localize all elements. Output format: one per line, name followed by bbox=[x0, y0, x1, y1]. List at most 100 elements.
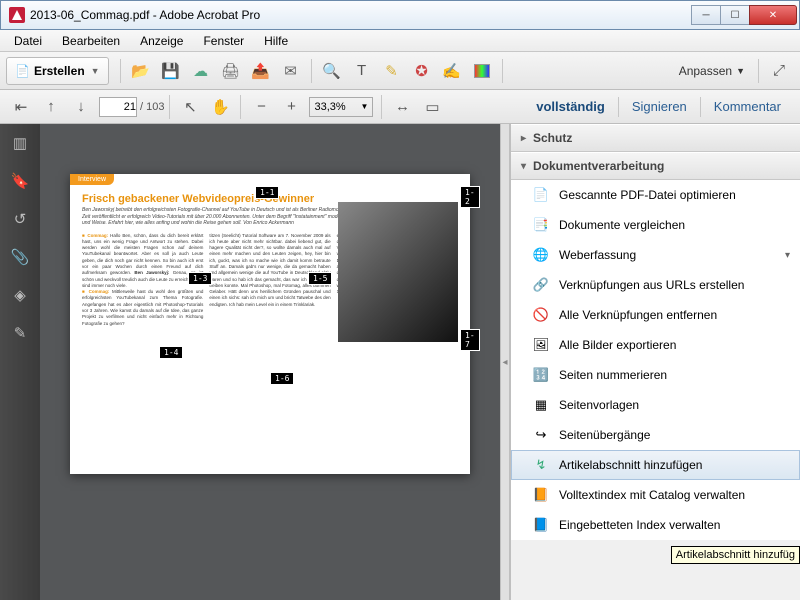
section-label: Schutz bbox=[533, 131, 572, 145]
email-button[interactable]: ✉ bbox=[277, 57, 305, 85]
separator bbox=[758, 59, 759, 83]
prev-page-button[interactable]: ↑ bbox=[37, 93, 65, 121]
signatures-panel-button[interactable]: ✎ bbox=[9, 322, 31, 344]
chevron-right-icon: ▸ bbox=[521, 133, 533, 144]
chevron-down-icon: ▾ bbox=[521, 161, 533, 172]
customize-label: Anpassen bbox=[679, 64, 732, 78]
menu-view[interactable]: Anzeige bbox=[130, 32, 193, 50]
transition-icon: ↪ bbox=[531, 426, 551, 444]
tool-label: Weberfassung bbox=[559, 248, 636, 262]
zoom-select[interactable]: 33,3% ▼ bbox=[309, 97, 373, 117]
color-swatch-icon bbox=[474, 64, 490, 78]
separator bbox=[120, 59, 121, 83]
chevron-down-icon: ▼ bbox=[736, 66, 745, 76]
tool-web-capture[interactable]: 🌐Weberfassung▾ bbox=[511, 240, 800, 270]
tool-label: Dokumente vergleichen bbox=[559, 218, 685, 232]
tool-create-links[interactable]: 🔗 Verknüpfungen aus URLs erstellen bbox=[511, 270, 800, 300]
edit-text-button[interactable]: T bbox=[348, 57, 376, 85]
save-button[interactable]: 💾 bbox=[157, 57, 185, 85]
menu-edit[interactable]: Bearbeiten bbox=[52, 32, 130, 50]
highlight-button[interactable]: ✎ bbox=[378, 57, 406, 85]
hand-tool-button[interactable]: ✋ bbox=[206, 93, 234, 121]
number-icon: 🔢 bbox=[531, 366, 551, 384]
tool-label: Volltextindex mit Catalog verwalten bbox=[559, 488, 745, 502]
next-page-button[interactable]: ↓ bbox=[67, 93, 95, 121]
region-label: 1-3 bbox=[188, 272, 212, 285]
toolbar-primary: 📄 Erstellen ▼ 📂 💾 ☁ 🖨 📤 ✉ 🔍 T ✎ ✪ ✍ Anpa… bbox=[0, 52, 800, 90]
select-tool-button[interactable]: ↖ bbox=[176, 93, 204, 121]
tool-label: Alle Verknüpfungen entfernen bbox=[559, 308, 717, 322]
cloud-button[interactable]: ☁ bbox=[187, 57, 215, 85]
menu-window[interactable]: Fenster bbox=[193, 32, 254, 50]
tool-export-images[interactable]: 🖼Alle Bilder exportieren bbox=[511, 330, 800, 360]
sign-button[interactable]: ✍ bbox=[438, 57, 466, 85]
zoom-out-button[interactable]: − bbox=[247, 93, 275, 121]
separator bbox=[381, 95, 382, 119]
globe-icon: 🌐 bbox=[531, 246, 551, 264]
tool-label: Seitenvorlagen bbox=[559, 398, 639, 412]
tool-page-transitions[interactable]: ↪Seitenübergänge bbox=[511, 420, 800, 450]
sign-link[interactable]: Signieren bbox=[619, 92, 700, 121]
menu-bar: Datei Bearbeiten Anzeige Fenster Hilfe bbox=[0, 30, 800, 52]
section-dokumentverarbeitung[interactable]: ▾ Dokumentverarbeitung bbox=[511, 152, 800, 180]
tools-panel: ▸ Schutz ▾ Dokumentverarbeitung 📄Gescann… bbox=[510, 124, 800, 600]
tool-add-article[interactable]: ↯Artikelabschnitt hinzufügen bbox=[511, 450, 800, 480]
comment-link[interactable]: Kommentar bbox=[701, 92, 794, 121]
search-button[interactable]: 🔍 bbox=[318, 57, 346, 85]
window-maximize-button[interactable]: ☐ bbox=[720, 5, 750, 25]
rotate-button[interactable]: ↺ bbox=[9, 208, 31, 230]
region-label: 1-6 bbox=[270, 372, 294, 385]
region-label: 1-4 bbox=[159, 346, 183, 359]
tool-optimize-scanned[interactable]: 📄Gescannte PDF-Datei optimieren bbox=[511, 180, 800, 210]
share-button[interactable]: 📤 bbox=[247, 57, 275, 85]
region-label: 1-1 bbox=[255, 186, 279, 199]
fullscreen-button[interactable]: ⤢ bbox=[765, 57, 793, 85]
open-button[interactable]: 📂 bbox=[127, 57, 155, 85]
create-pdf-icon: 📄 bbox=[15, 64, 30, 78]
print-button[interactable]: 🖨 bbox=[217, 57, 245, 85]
chevron-down-icon: ▼ bbox=[361, 102, 369, 111]
customize-button[interactable]: Anpassen ▼ bbox=[671, 64, 753, 78]
tool-label: Eingebetteten Index verwalten bbox=[559, 518, 720, 532]
tool-label: Verknüpfungen aus URLs erstellen bbox=[559, 278, 744, 292]
page-number-input[interactable] bbox=[99, 97, 137, 117]
doc-portrait-image bbox=[338, 202, 458, 342]
link-icon: 🔗 bbox=[531, 276, 551, 294]
tool-number-pages[interactable]: 🔢 Seiten nummerieren bbox=[511, 360, 800, 390]
chevron-down-icon: ▼ bbox=[91, 66, 100, 76]
region-label: 1-5 bbox=[308, 272, 332, 285]
index-icon: 📙 bbox=[531, 486, 551, 504]
toolbar-secondary: ⇤ ↑ ↓ / 103 ↖ ✋ − + 33,3% ▼ ↔ ▭ vollstän… bbox=[0, 90, 800, 124]
menu-help[interactable]: Hilfe bbox=[254, 32, 298, 50]
tool-fulltext-index[interactable]: 📙 Volltextindex mit Catalog verwalten bbox=[511, 480, 800, 510]
bookmarks-panel-button[interactable]: 🔖 bbox=[9, 170, 31, 192]
panel-collapse-handle[interactable]: ◂ bbox=[500, 124, 510, 600]
tool-embedded-index[interactable]: 📘Eingebetteten Index verwalten bbox=[511, 510, 800, 540]
window-minimize-button[interactable]: ─ bbox=[691, 5, 721, 25]
tool-label: Artikelabschnitt hinzufügen bbox=[559, 458, 702, 472]
tool-label: Seiten nummerieren bbox=[559, 368, 667, 382]
create-button[interactable]: 📄 Erstellen ▼ bbox=[6, 57, 109, 85]
tool-label: Gescannte PDF-Datei optimieren bbox=[559, 188, 736, 202]
section-schutz[interactable]: ▸ Schutz bbox=[511, 124, 800, 152]
swatch-button[interactable] bbox=[468, 57, 496, 85]
document-area[interactable]: Interview Frisch gebackener Webvideoprei… bbox=[40, 124, 500, 600]
first-page-button[interactable]: ⇤ bbox=[7, 93, 35, 121]
fit-page-button[interactable]: ▭ bbox=[418, 93, 446, 121]
tools-link[interactable]: vollständig bbox=[523, 92, 618, 121]
tool-compare-docs[interactable]: 📑Dokumente vergleichen bbox=[511, 210, 800, 240]
fit-width-button[interactable]: ↔ bbox=[388, 93, 416, 121]
layers-panel-button[interactable]: ◈ bbox=[9, 284, 31, 306]
window-titlebar: 2013-06_Commag.pdf - Adobe Acrobat Pro ─… bbox=[0, 0, 800, 30]
tool-page-templates[interactable]: ▦Seitenvorlagen bbox=[511, 390, 800, 420]
region-label: 1-2 bbox=[460, 186, 480, 208]
stamp-button[interactable]: ✪ bbox=[408, 57, 436, 85]
window-title: 2013-06_Commag.pdf - Adobe Acrobat Pro bbox=[30, 8, 260, 22]
zoom-value: 33,3% bbox=[314, 101, 345, 113]
pages-panel-button[interactable]: ▥ bbox=[9, 132, 31, 154]
tool-remove-links[interactable]: 🚫Alle Verknüpfungen entfernen bbox=[511, 300, 800, 330]
window-close-button[interactable]: ✕ bbox=[749, 5, 797, 25]
attachments-panel-button[interactable]: 📎 bbox=[9, 246, 31, 268]
menu-file[interactable]: Datei bbox=[4, 32, 52, 50]
zoom-in-button[interactable]: + bbox=[277, 93, 305, 121]
